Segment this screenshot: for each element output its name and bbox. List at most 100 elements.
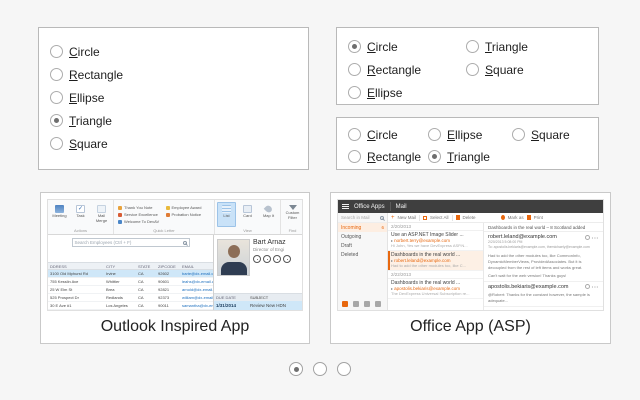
contact-detail-pane: Bart Arnaz Director of Engi: [214, 235, 302, 310]
mark-as-icon: [501, 215, 505, 220]
sidebar-module-icons: [338, 298, 387, 310]
mail-list-item: Dashboards in the real world ... apostol…: [388, 279, 483, 299]
radio-button-icon: [50, 45, 63, 58]
message: apostolis.bekiaris@example.com ••• @Robe…: [484, 282, 603, 307]
folder-item: Draft: [338, 241, 387, 250]
radio-option[interactable]: Square: [512, 123, 598, 146]
header-divider: [390, 202, 391, 211]
pager-dot[interactable]: [337, 362, 351, 376]
radio-option-label: Ellipse: [367, 86, 402, 100]
radio-option[interactable]: Rectangle: [348, 145, 428, 168]
more-icon: [283, 255, 291, 263]
folder-list: Incoming 6 Outgoing Draft: [338, 223, 387, 259]
search-icon: [183, 241, 187, 245]
demo-card-outlook-inspired-app[interactable]: Meeting Task Mail Merge Actions: [40, 192, 310, 344]
radio-option-label: Square: [531, 128, 570, 142]
radio-option[interactable]: Square: [50, 132, 308, 155]
radio-option-label: Rectangle: [367, 150, 421, 164]
radio-option[interactable]: Triangle: [50, 109, 308, 132]
quick-letter-item: Service Excellence: [118, 211, 163, 218]
radio-button-icon: [466, 63, 479, 76]
mail-list-item: Dashboards in the real world ... robert.…: [388, 251, 483, 271]
radio-option-label: Ellipse: [447, 128, 482, 142]
app-title: Office Apps: [354, 204, 385, 210]
demo-card-office-app-asp[interactable]: Office Apps Mail Search in Mail Incoming: [330, 192, 611, 344]
radio-option[interactable]: Triangle: [428, 145, 512, 168]
contact-action-icons: [253, 255, 291, 263]
radio-option-label: Triangle: [485, 40, 528, 54]
radio-option[interactable]: Rectangle: [50, 63, 308, 86]
outlook-ribbon: Meeting Task Mail Merge Actions: [48, 200, 302, 235]
radio-option-label: Triangle: [69, 114, 112, 128]
plus-icon: +: [391, 215, 395, 221]
calendar-module-icon: [353, 301, 359, 307]
employee-table: DDRESS CITY STATE ZIPCODE EMAIL 3100 Old…: [48, 262, 213, 310]
more-options-icon: •••: [592, 284, 599, 289]
radio-column-2: Triangle Square: [466, 35, 598, 104]
radio-button-icon: [428, 128, 441, 141]
ribbon-button-list-view: List: [217, 202, 236, 227]
ribbon-group-caption: View: [217, 227, 278, 234]
radio-option-label: Rectangle: [69, 68, 123, 82]
search-placeholder: Search Employees (Ctrl + F): [75, 240, 132, 245]
card-title: Office App (ASP): [337, 311, 604, 343]
table-row: 30 E Ave #1 Los Angeles CA 90011 samanth…: [48, 302, 213, 310]
shape-radio-group-two-column: Circle Rectangle Ellipse Triangle Square: [336, 27, 599, 105]
mail-toolbar: + New Mail Select All Delete Mark as Pri…: [388, 213, 603, 223]
radio-option[interactable]: Circle: [348, 35, 466, 58]
contacts-module-icon: [364, 301, 370, 307]
search-in-mail-input: Search in Mail: [338, 213, 387, 223]
radio-option-label: Ellipse: [69, 91, 104, 105]
radio-option[interactable]: Circle: [50, 40, 308, 63]
record-icon: [253, 255, 261, 263]
ribbon-group-quick-letter: Thank You Note Employee Award Service Ex…: [114, 200, 215, 234]
mail-module-icon: [342, 301, 348, 307]
phone-icon: [263, 255, 271, 263]
ribbon-group-view: List Card Map It View: [215, 200, 281, 234]
message: robert.leland@example.com ••• 2/20/2013 …: [484, 232, 603, 282]
pager-dot[interactable]: [313, 362, 327, 376]
card-title: Outlook Inspired App: [47, 311, 303, 343]
radio-option-label: Circle: [69, 45, 100, 59]
ribbon-button-card-view: Card: [238, 202, 257, 227]
radio-option-label: Triangle: [447, 150, 490, 164]
contact-title: Director of Engi: [253, 247, 291, 252]
shape-radio-group-three-column: Circle Ellipse Square Rectangle Triangle: [336, 117, 599, 170]
radio-button-icon: [428, 150, 441, 163]
radio-option[interactable]: Ellipse: [50, 86, 308, 109]
ribbon-group-find: Custom Filter Find: [281, 200, 303, 234]
table-row: 25 W Elm St Brea CA 92821 arnold@dx-emai…: [48, 286, 213, 294]
employee-table-rows: 3100 Old Mphurst Rd Irvine CA 92602 bart…: [48, 270, 213, 310]
radio-option-label: Square: [485, 63, 524, 77]
folder-item: Outgoing: [338, 232, 387, 241]
mail-tab: Mail: [396, 204, 407, 210]
radio-option[interactable]: Square: [466, 58, 598, 81]
ribbon-icon: [118, 213, 122, 217]
contact-name: Bart Arnaz: [253, 239, 291, 246]
radio-option-label: Circle: [367, 128, 398, 142]
ribbon-group-caption: Find: [283, 227, 302, 234]
radio-option[interactable]: Triangle: [466, 35, 598, 58]
radio-button-icon: [348, 40, 361, 53]
ribbon-group-actions: Meeting Task Mail Merge Actions: [48, 200, 114, 234]
print-icon: [527, 215, 531, 220]
office-app-header: Office Apps Mail: [338, 200, 603, 213]
radio-option[interactable]: Ellipse: [348, 81, 466, 104]
flag-icon: [118, 206, 122, 210]
radio-button-icon: [50, 114, 63, 127]
radio-option[interactable]: Circle: [348, 123, 428, 146]
ribbon-button-map-it: Map It: [259, 202, 278, 227]
clock-icon: [585, 284, 590, 289]
radio-option[interactable]: Rectangle: [348, 58, 466, 81]
mail-list-pane: 2/20/2013 Use an ASP.NET Image Slider ..…: [388, 223, 484, 310]
outlook-app-screenshot: Meeting Task Mail Merge Actions: [47, 199, 303, 311]
ribbon-button-mail-merge: Mail Merge: [92, 202, 111, 227]
list-view-icon: [222, 205, 231, 213]
welcome-icon: [118, 220, 122, 224]
hamburger-menu-icon: [342, 204, 349, 209]
date-group-row: 2/22/2013: [388, 271, 483, 279]
table-row: 755 Kesslin Ave Whittier CA 90601 leahs@…: [48, 278, 213, 286]
radio-option[interactable]: Ellipse: [428, 123, 512, 146]
pager-dot[interactable]: [289, 362, 303, 376]
radio-button-icon: [348, 86, 361, 99]
